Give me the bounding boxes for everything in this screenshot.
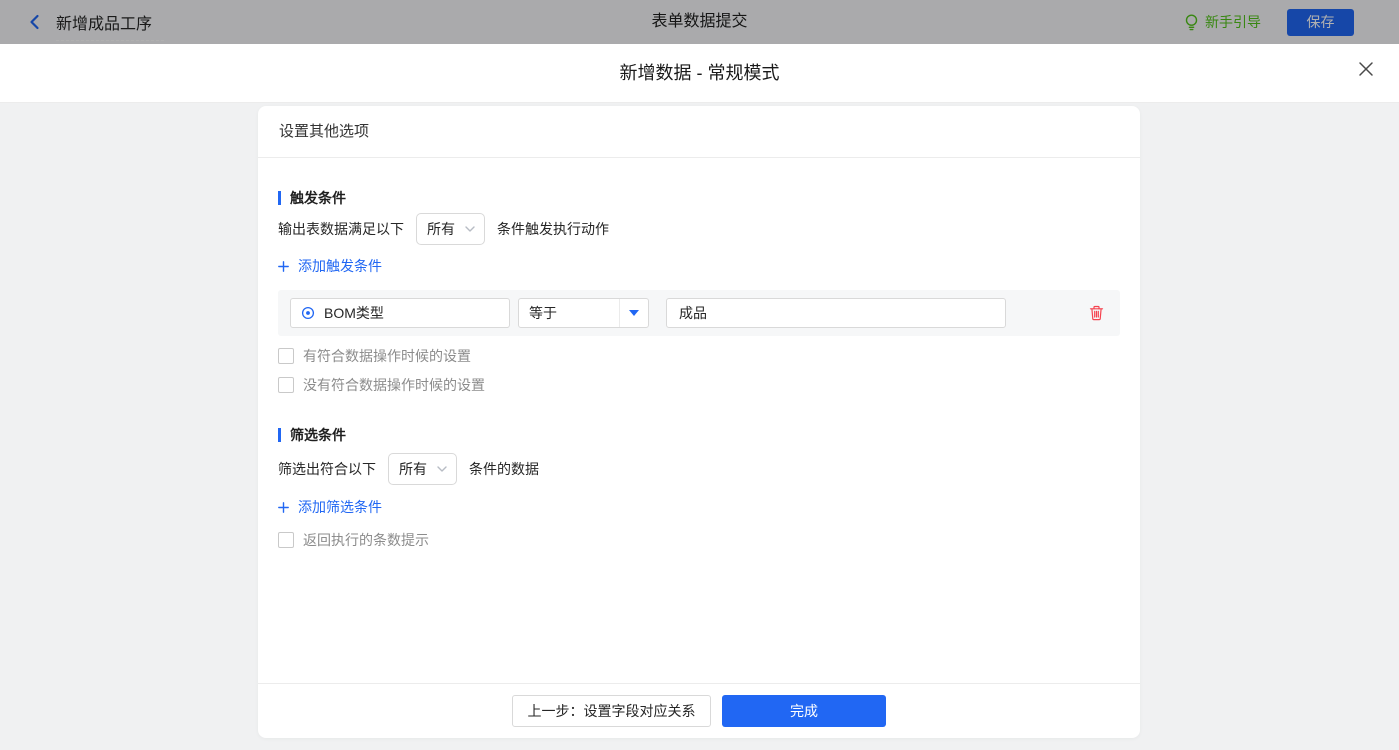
section-accent-bar [278, 191, 281, 205]
trigger-sentence-prefix: 输出表数据满足以下 [278, 219, 404, 239]
has-match-settings-option[interactable]: 有符合数据操作时候的设置 [278, 345, 471, 367]
trash-icon [1089, 305, 1104, 321]
trigger-match-mode-value: 所有 [427, 219, 455, 239]
lightbulb-icon [1184, 14, 1199, 31]
filter-sentence-suffix: 条件的数据 [469, 459, 539, 479]
add-trigger-condition-label: 添加触发条件 [298, 256, 382, 276]
chevron-down-icon [465, 226, 475, 232]
trigger-section-label: 触发条件 [290, 188, 346, 208]
trigger-match-mode-select[interactable]: 所有 [416, 213, 485, 245]
filter-sentence-prefix: 筛选出符合以下 [278, 459, 376, 479]
filter-section-label: 筛选条件 [290, 425, 346, 445]
trigger-condition-sentence: 输出表数据满足以下 所有 条件触发执行动作 [278, 213, 609, 245]
add-filter-condition-link[interactable]: 添加筛选条件 [278, 497, 382, 517]
app-window: 新增成品工序 表单数据提交 新手引导 保存 新增数据 - 常规模式 [0, 0, 1399, 750]
has-match-settings-label: 有符合数据操作时候的设置 [303, 346, 471, 366]
filter-section-title: 筛选条件 [278, 425, 346, 445]
condition-field-value: BOM类型 [324, 303, 384, 323]
section-accent-bar [278, 428, 281, 442]
beginner-guide-link[interactable]: 新手引导 [1184, 12, 1261, 32]
previous-step-button[interactable]: 上一步：设置字段对应关系 [512, 695, 711, 727]
condition-field-select[interactable]: BOM类型 [290, 298, 510, 328]
plus-icon [278, 261, 289, 272]
top-bar: 新增成品工序 表单数据提交 新手引导 保存 [0, 0, 1399, 44]
trigger-sentence-suffix: 条件触发执行动作 [497, 219, 609, 239]
count-tip-option[interactable]: 返回执行的条数提示 [278, 529, 429, 551]
panel-header: 设置其他选项 [258, 106, 1140, 158]
triangle-down-icon [629, 310, 639, 316]
operator-dropdown-button[interactable] [619, 299, 648, 327]
trigger-section-title: 触发条件 [278, 188, 346, 208]
checkbox[interactable] [278, 377, 294, 393]
condition-operator-value: 等于 [519, 299, 619, 327]
no-match-settings-option[interactable]: 没有符合数据操作时候的设置 [278, 374, 485, 396]
footer-divider [258, 683, 1140, 684]
filter-match-mode-value: 所有 [399, 459, 427, 479]
delete-condition-button[interactable] [1086, 303, 1106, 323]
no-match-settings-label: 没有符合数据操作时候的设置 [303, 375, 485, 395]
condition-operator-select[interactable]: 等于 [518, 298, 649, 328]
add-filter-condition-label: 添加筛选条件 [298, 497, 382, 517]
options-panel: 设置其他选项 触发条件 输出表数据满足以下 所有 条件触发执行动作 添加触发条件 [258, 106, 1140, 738]
top-bar-actions: 新手引导 保存 [1184, 0, 1354, 44]
close-dialog-button[interactable] [1355, 58, 1377, 80]
add-trigger-condition-link[interactable]: 添加触发条件 [278, 256, 382, 276]
count-tip-label: 返回执行的条数提示 [303, 530, 429, 550]
filter-match-mode-select[interactable]: 所有 [388, 453, 457, 485]
filter-condition-sentence: 筛选出符合以下 所有 条件的数据 [278, 453, 539, 485]
chevron-down-icon [437, 466, 447, 472]
trigger-condition-row: BOM类型 等于 成品 [278, 290, 1120, 336]
dialog-title: 新增数据 - 常规模式 [0, 44, 1399, 102]
beginner-guide-label: 新手引导 [1205, 12, 1261, 32]
radio-field-type-icon [301, 306, 315, 320]
close-icon [1358, 61, 1374, 77]
checkbox[interactable] [278, 348, 294, 364]
plus-icon [278, 502, 289, 513]
dialog-header: 新增数据 - 常规模式 [0, 44, 1399, 103]
checkbox[interactable] [278, 532, 294, 548]
save-button[interactable]: 保存 [1287, 9, 1354, 36]
condition-value-input[interactable]: 成品 [666, 298, 1006, 328]
done-button[interactable]: 完成 [722, 695, 886, 727]
